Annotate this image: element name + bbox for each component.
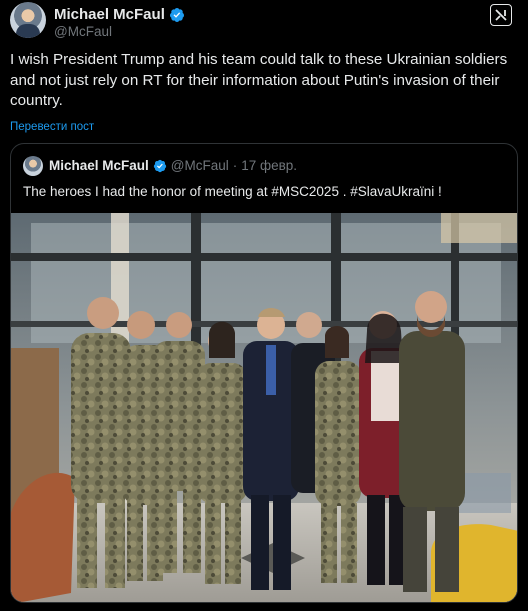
quoted-author-row: Michael McFaul @McFaul · 17 февр.	[49, 158, 297, 173]
author-name-row[interactable]: Michael McFaul	[54, 6, 185, 23]
avatar[interactable]	[10, 2, 46, 38]
quoted-author-name: Michael McFaul	[49, 158, 149, 173]
verified-badge-icon	[153, 159, 166, 172]
author-name[interactable]: Michael McFaul	[54, 6, 165, 23]
tweet-header: Michael McFaul @McFaul	[10, 2, 518, 40]
quoted-handle: @McFaul	[170, 158, 229, 173]
quoted-tweet[interactable]: Michael McFaul @McFaul · 17 февр. The he…	[10, 143, 518, 603]
translate-post-link[interactable]: Перевести пост	[10, 121, 94, 133]
quoted-avatar[interactable]	[23, 156, 43, 176]
grok-button[interactable]	[490, 4, 512, 26]
group-photo[interactable]	[11, 213, 518, 603]
quoted-date: 17 февр.	[241, 158, 298, 173]
grok-icon	[495, 9, 507, 21]
author-handle[interactable]: @McFaul	[54, 24, 112, 39]
verified-badge-icon	[169, 7, 184, 22]
quoted-text: The heroes I had the honor of meeting at…	[23, 184, 442, 199]
quoted-separator: ·	[232, 158, 238, 173]
tweet-text: I wish President Trump and his team coul…	[10, 51, 508, 109]
